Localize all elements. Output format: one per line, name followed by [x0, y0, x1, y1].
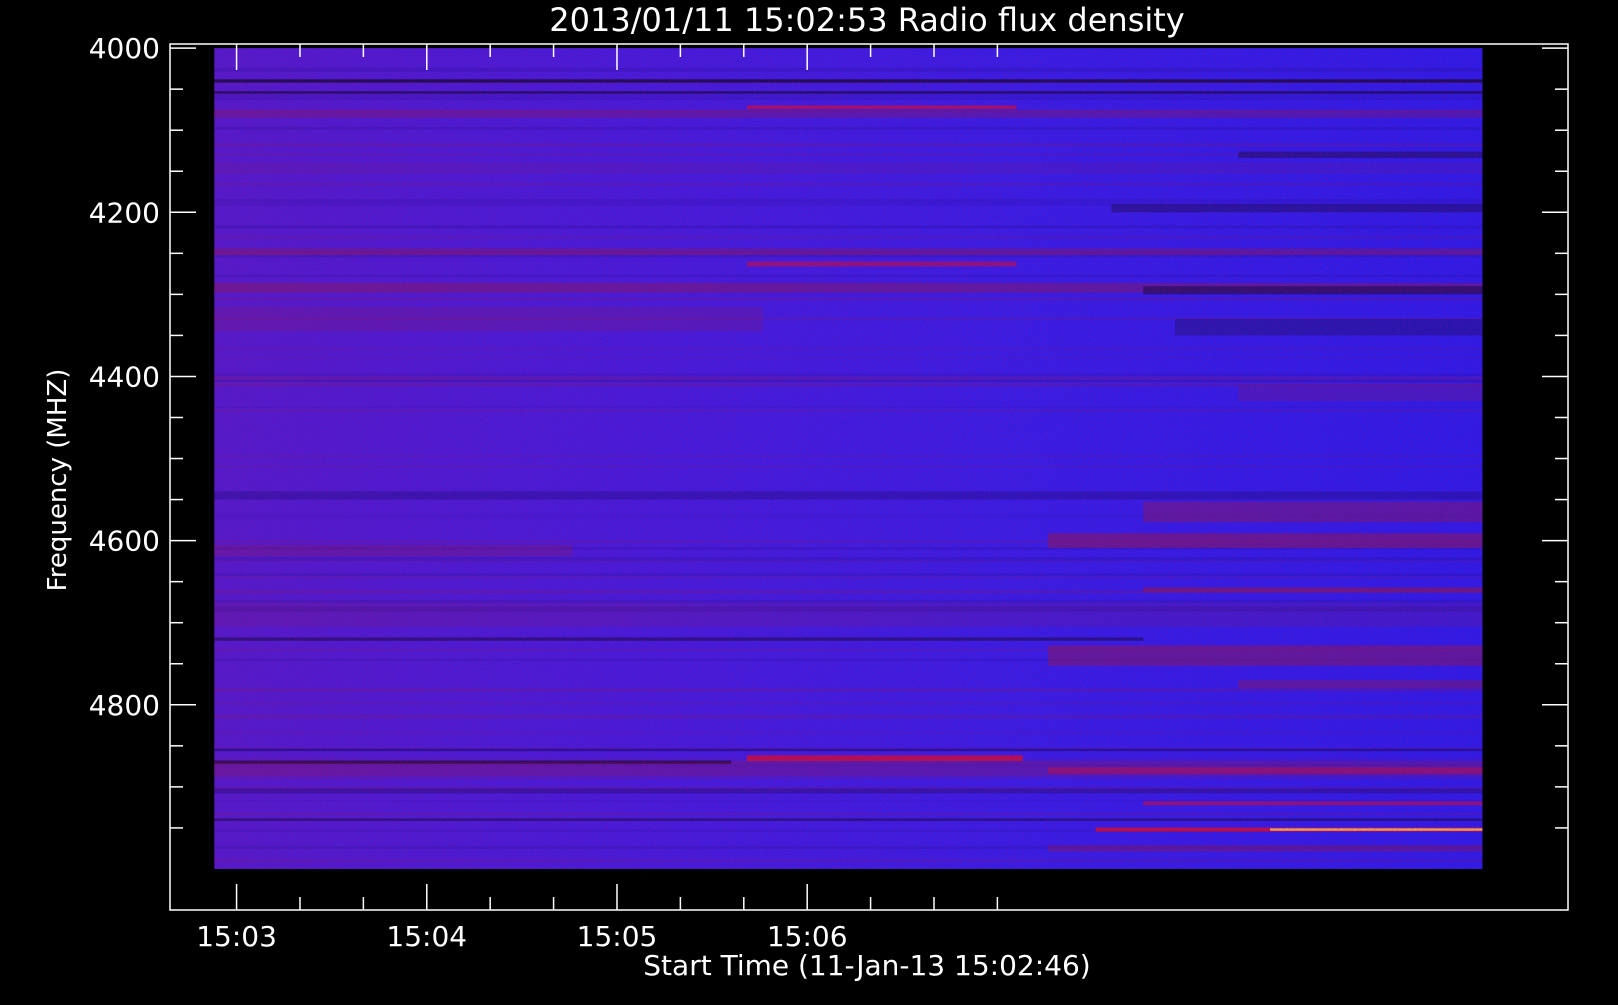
heatmap-noise: [214, 48, 1483, 869]
x-axis-label: Start Time (11-Jan-13 15:02:46): [643, 949, 1090, 982]
x-tick-label: 15:04: [386, 920, 467, 953]
heatmap-area: [214, 48, 1483, 869]
y-tick-label: 4800: [89, 689, 160, 722]
spectrogram-chart: 2013/01/11 15:02:53 Radio flux density 1…: [43, 1, 1569, 982]
y-tick-label: 4000: [89, 32, 160, 65]
x-tick-label: 15:03: [196, 920, 277, 953]
y-tick-label: 4400: [89, 360, 160, 393]
y-tick-label: 4600: [89, 525, 160, 558]
chart-title: 2013/01/11 15:02:53 Radio flux density: [549, 1, 1184, 39]
spectrogram-figure: 2013/01/11 15:02:53 Radio flux density 1…: [0, 0, 1618, 1000]
y-tick-label: 4200: [89, 196, 160, 229]
y-axis-label: Frequency (MHZ): [43, 369, 73, 592]
